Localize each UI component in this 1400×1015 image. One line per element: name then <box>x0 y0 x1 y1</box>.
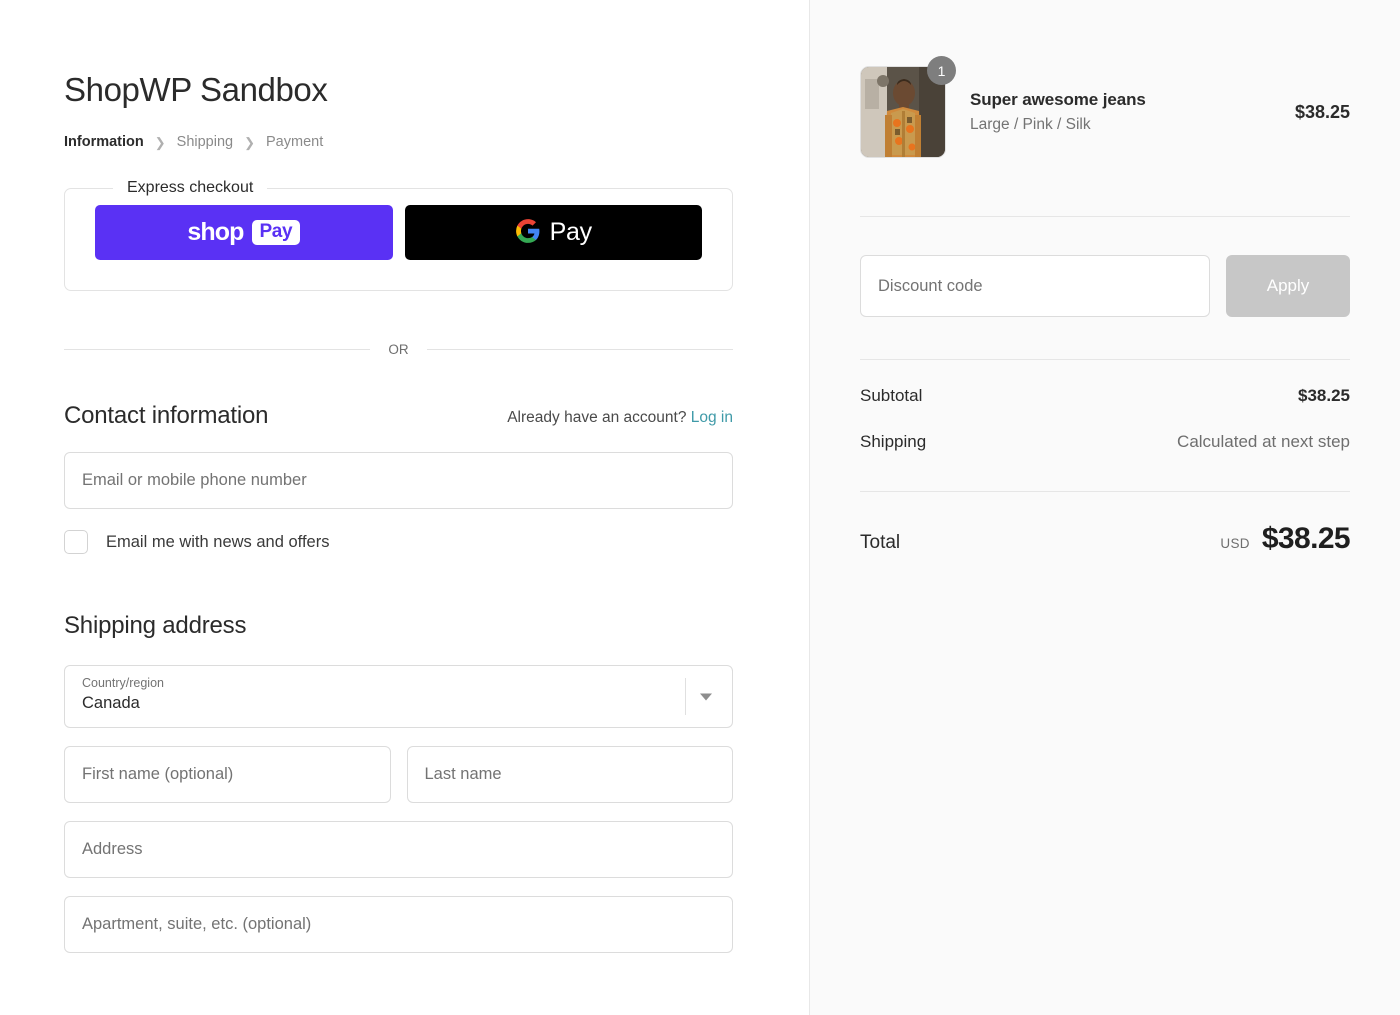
shipping-row: Shipping Calculated at next step <box>860 432 1350 452</box>
page-title: ShopWP Sandbox <box>64 71 328 108</box>
contact-information-header: Contact information Already have an acco… <box>64 402 733 430</box>
divider-line-right <box>426 349 733 351</box>
total-currency: USD <box>1220 536 1250 551</box>
country-region-label: Country/region <box>82 676 164 691</box>
address-input[interactable] <box>64 821 733 879</box>
breadcrumb-item-payment[interactable]: Payment <box>266 134 323 150</box>
express-checkout-buttons: shop Pay Pay <box>95 205 702 261</box>
breadcrumb: Information ❯ Shipping ❯ Payment <box>64 134 733 150</box>
newsletter-checkbox-row[interactable]: Email me with news and offers <box>64 530 733 555</box>
shipping-address-title: Shipping address <box>64 612 247 640</box>
line-item-thumbnail-wrap: 1 <box>860 56 956 158</box>
total-amount-group: USD $38.25 <box>1220 522 1350 556</box>
express-checkout-section: Express checkout shop Pay Pay <box>64 179 733 292</box>
checkout-page: ShopWP Sandbox Information ❯ Shipping ❯ … <box>0 0 1400 1015</box>
google-pay-button[interactable]: Pay <box>404 205 702 261</box>
divider-line-left <box>64 349 371 351</box>
shop-pay-wordmark: shop <box>187 218 244 247</box>
name-fields-row <box>64 746 733 804</box>
shop-pay-button[interactable]: shop Pay <box>95 205 393 261</box>
breadcrumb-item-information[interactable]: Information <box>64 134 144 150</box>
contact-information-title: Contact information <box>64 402 269 430</box>
subtotal-row: Subtotal $38.25 <box>860 386 1350 406</box>
select-divider <box>685 678 686 716</box>
or-label: OR <box>388 342 409 358</box>
line-item-price: $38.25 <box>1294 101 1350 122</box>
chevron-right-icon: ❯ <box>244 134 255 150</box>
country-region-value: Canada <box>82 694 140 713</box>
email-or-phone-input[interactable] <box>64 452 733 510</box>
account-prompt: Already have an account? Log in <box>507 409 733 430</box>
breadcrumb-item-shipping[interactable]: Shipping <box>177 134 233 150</box>
account-prompt-text: Already have an account? <box>507 409 687 427</box>
newsletter-checkbox[interactable] <box>64 530 88 555</box>
chevron-right-icon: ❯ <box>154 134 166 150</box>
google-pay-label: Pay <box>549 218 592 247</box>
newsletter-label: Email me with news and offers <box>106 532 330 551</box>
checkout-main-column: ShopWP Sandbox Information ❯ Shipping ❯ … <box>0 0 810 1015</box>
country-region-select[interactable]: Country/region Canada <box>64 665 733 729</box>
shipping-value: Calculated at next step <box>1177 432 1350 451</box>
subtotal-value: $38.25 <box>1298 386 1350 405</box>
login-link[interactable]: Log in <box>691 409 733 426</box>
apply-discount-button[interactable]: Apply <box>1226 255 1350 317</box>
discount-row: Apply <box>860 255 1350 317</box>
order-summary-panel: 1 Super awesome jeans Large / Pink / Sil… <box>810 0 1400 1015</box>
line-item: 1 Super awesome jeans Large / Pink / Sil… <box>860 56 1350 158</box>
line-item-variant: Large / Pink / Silk <box>970 116 1091 133</box>
or-divider: OR <box>64 342 733 357</box>
subtotal-label: Subtotal <box>860 386 923 405</box>
line-item-title: Super awesome jeans <box>970 90 1146 109</box>
shipping-label: Shipping <box>860 432 927 451</box>
shop-pay-badge: Pay <box>251 220 301 246</box>
apartment-input[interactable] <box>64 896 733 954</box>
summary-divider <box>860 359 1350 360</box>
quantity-badge: 1 <box>927 56 956 85</box>
google-g-icon <box>515 218 541 247</box>
express-checkout-legend: Express checkout <box>127 179 254 197</box>
line-item-info: Super awesome jeans Large / Pink / Silk <box>970 90 1295 134</box>
summary-divider <box>860 491 1350 492</box>
last-name-input[interactable] <box>406 746 733 804</box>
chevron-down-icon[interactable] <box>700 693 712 701</box>
total-label: Total <box>860 532 901 553</box>
total-value: $38.25 <box>1261 522 1351 555</box>
summary-divider <box>860 216 1350 217</box>
first-name-input[interactable] <box>64 746 391 804</box>
total-row: Total USD $38.25 <box>860 522 1351 556</box>
discount-code-input[interactable] <box>860 255 1210 317</box>
